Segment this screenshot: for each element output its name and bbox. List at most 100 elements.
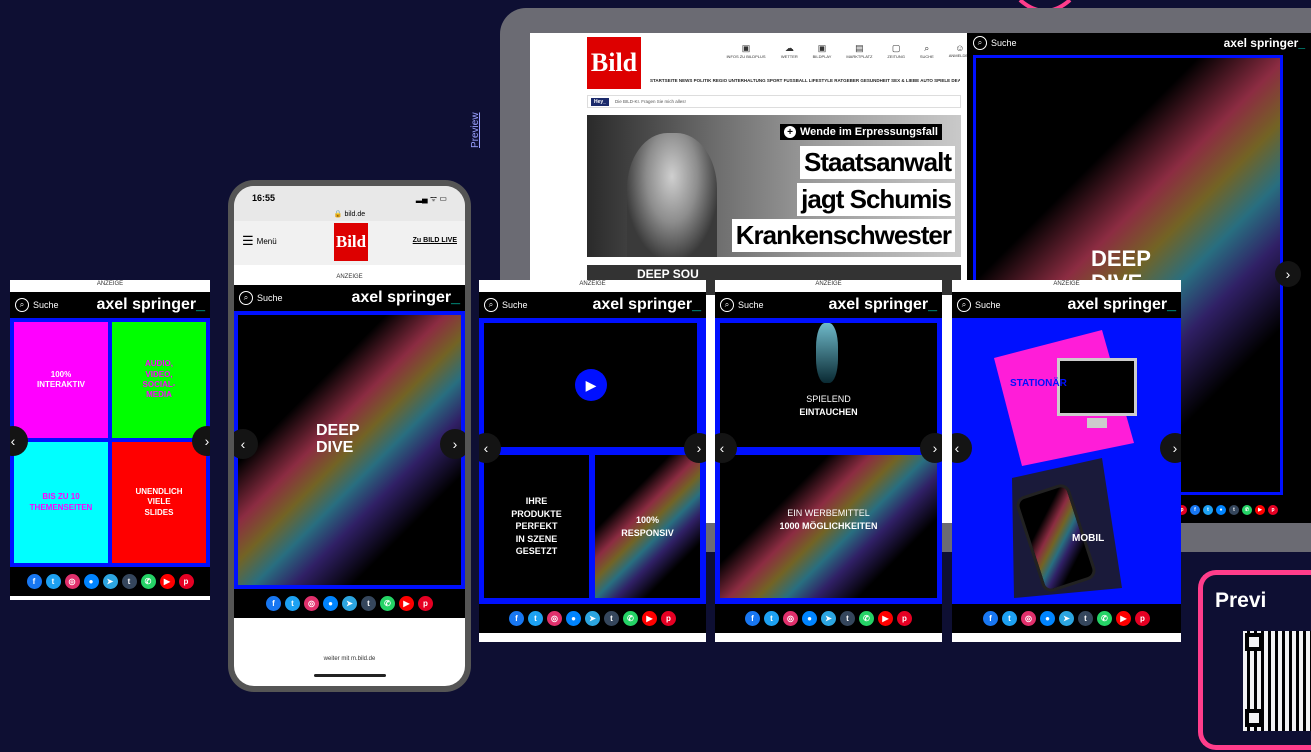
tile-responsiv[interactable]: 100% RESPONSIV <box>595 455 700 598</box>
youtube-icon[interactable]: ▶ <box>878 611 893 626</box>
messenger-icon[interactable]: ● <box>802 611 817 626</box>
phone-bild-header: ☰ Menü Bild Zu BILD LIVE <box>234 221 465 265</box>
tumblr-icon[interactable]: t <box>840 611 855 626</box>
next-arrow[interactable]: › <box>684 433 706 463</box>
youtube-icon[interactable]: ▶ <box>642 611 657 626</box>
next-arrow[interactable]: › <box>440 429 465 459</box>
tile-audio-video[interactable]: AUDIO, VIDEO, SOCIAL- MEDIA <box>112 322 206 438</box>
twitter-icon[interactable]: t <box>528 611 543 626</box>
tumblr-icon[interactable]: t <box>121 574 137 589</box>
anzeige-label: ANZEIGE <box>479 280 706 289</box>
messenger-icon[interactable]: ● <box>323 596 338 611</box>
menu-button[interactable]: ☰ Menü <box>242 233 277 249</box>
facebook-icon[interactable]: f <box>745 611 760 626</box>
headline-line-2: jagt Schumis <box>797 183 955 216</box>
messenger-icon[interactable]: ● <box>566 611 581 626</box>
instagram-icon[interactable]: ◎ <box>64 574 80 589</box>
hey-bar[interactable]: Hey_ Die BILD-KI. Fragen Sie mich alles! <box>587 95 961 108</box>
phone-ad: ANZEIGE ⌕ Suche axel springer_ DEEP DIVE … <box>234 273 465 647</box>
nav-icon-suche[interactable]: ⌕ SUCHE <box>920 43 934 59</box>
whatsapp-icon[interactable]: ✆ <box>859 611 874 626</box>
youtube-icon[interactable]: ▶ <box>399 596 414 611</box>
nav-icon-wetter[interactable]: ☁ WETTER <box>781 43 798 59</box>
nav-icon-bildplus[interactable]: ▣ INFOS ZU BILDPLUS <box>726 43 766 59</box>
facebook-icon[interactable]: f <box>509 611 524 626</box>
search-button[interactable]: ⌕ Suche <box>484 298 528 312</box>
pinterest-icon[interactable]: p <box>178 574 194 589</box>
facebook-icon[interactable]: f <box>26 574 42 589</box>
nav-icon-marktplatz[interactable]: ▤ MARKTPLATZ <box>846 43 872 59</box>
pinterest-icon[interactable]: p <box>1268 505 1278 515</box>
tumblr-icon[interactable]: t <box>604 611 619 626</box>
search-icon: ⌕ <box>957 298 971 312</box>
search-icon: ⌕ <box>15 298 29 312</box>
search-button[interactable]: ⌕ Suche <box>957 298 1001 312</box>
messenger-icon[interactable]: ● <box>83 574 99 589</box>
youtube-icon[interactable]: ▶ <box>1116 611 1131 626</box>
moeglichkeiten-tile[interactable]: EIN WERBEMITTEL 1000 MÖGLICHKEITEN <box>720 455 937 598</box>
instagram-icon[interactable]: ◎ <box>1021 611 1036 626</box>
facebook-icon[interactable]: f <box>983 611 998 626</box>
pinterest-icon[interactable]: p <box>1135 611 1150 626</box>
search-button[interactable]: ⌕ Suche <box>720 298 764 312</box>
video-tile[interactable]: ▶ <box>484 323 697 447</box>
tablet-ad-search[interactable]: ⌕ Suche <box>973 36 1017 50</box>
anzeige-label: ANZEIGE <box>234 273 465 282</box>
whatsapp-icon[interactable]: ✆ <box>140 574 156 589</box>
facebook-icon[interactable]: f <box>266 596 281 611</box>
messenger-icon[interactable]: ● <box>1216 505 1226 515</box>
mobil-label: MOBIL <box>1072 533 1105 544</box>
deep-dive-visual[interactable]: DEEP DIVE <box>238 315 461 585</box>
live-link[interactable]: Zu BILD LIVE <box>413 237 457 244</box>
tablet-ad-next-arrow[interactable]: › <box>1275 261 1301 287</box>
search-button[interactable]: ⌕ Suche <box>239 291 283 305</box>
telegram-icon[interactable]: ➤ <box>342 596 357 611</box>
bild-nav-menu[interactable]: STARTSEITE NEWS POLITIK REGIO UNTERHALTU… <box>650 78 960 83</box>
telegram-icon[interactable]: ➤ <box>821 611 836 626</box>
telegram-icon[interactable]: ➤ <box>585 611 600 626</box>
facebook-icon[interactable]: f <box>1190 505 1200 515</box>
tile-slides[interactable]: UNENDLICH VIELE SLIDES <box>112 442 206 563</box>
twitter-icon[interactable]: t <box>1203 505 1213 515</box>
preview-label[interactable]: Preview <box>470 112 481 148</box>
teaser-image[interactable]: + Wende im Erpressungsfall Staatsanwalt … <box>587 115 961 257</box>
nav-icon-bildplay[interactable]: ▣ BILDPLAY <box>813 43 832 59</box>
tile-produkte[interactable]: IHRE PRODUKTE PERFEKT IN SZENE GESETZT <box>484 455 589 598</box>
twitter-icon[interactable]: t <box>1002 611 1017 626</box>
tumblr-icon[interactable]: t <box>1229 505 1239 515</box>
url-bar[interactable]: 🔒 bild.de <box>234 210 465 221</box>
tablet-ad-social: p f t ● t ✆ ▶ p <box>1177 505 1278 515</box>
telegram-icon[interactable]: ➤ <box>1059 611 1074 626</box>
pinterest-icon[interactable]: p <box>661 611 676 626</box>
twitter-icon[interactable]: t <box>45 574 61 589</box>
messenger-icon[interactable]: ● <box>1040 611 1055 626</box>
telegram-icon[interactable]: ➤ <box>102 574 118 589</box>
twitter-icon[interactable]: t <box>285 596 300 611</box>
instagram-icon[interactable]: ◎ <box>547 611 562 626</box>
instagram-icon[interactable]: ◎ <box>783 611 798 626</box>
next-arrow[interactable]: › <box>920 433 942 463</box>
phone-footer[interactable]: weiter mit m.bild.de <box>234 656 465 662</box>
tumblr-icon[interactable]: t <box>361 596 376 611</box>
whatsapp-icon[interactable]: ✆ <box>623 611 638 626</box>
tile-themenseiten[interactable]: BIS ZU 10 THEMENSEITEN <box>14 442 108 563</box>
nav-icon-zeitung[interactable]: ▢ ZEITUNG <box>887 43 905 59</box>
pinterest-icon[interactable]: p <box>897 611 912 626</box>
whatsapp-icon[interactable]: ✆ <box>1097 611 1112 626</box>
search-button[interactable]: ⌕ Suche <box>15 298 59 312</box>
twitter-icon[interactable]: t <box>764 611 779 626</box>
bild-logo[interactable]: Bild <box>587 37 641 89</box>
whatsapp-icon[interactable]: ✆ <box>1242 505 1252 515</box>
eintauchen-tile[interactable]: SPIELEND EINTAUCHEN <box>720 323 937 447</box>
qr-box[interactable]: Previ <box>1198 570 1311 750</box>
pinterest-icon[interactable]: p <box>418 596 433 611</box>
tile-interaktiv[interactable]: 100% INTERAKTIV <box>14 322 108 438</box>
tumblr-icon[interactable]: t <box>1078 611 1093 626</box>
instagram-icon[interactable]: ◎ <box>304 596 319 611</box>
bild-nav-icons: ▣ INFOS ZU BILDPLUS ☁ WETTER ▣ BILDPLAY ▤ MA… <box>726 43 971 59</box>
play-button[interactable]: ▶ <box>575 369 607 401</box>
youtube-icon[interactable]: ▶ <box>1255 505 1265 515</box>
youtube-icon[interactable]: ▶ <box>159 574 175 589</box>
phone-bild-logo[interactable]: Bild <box>334 223 368 261</box>
whatsapp-icon[interactable]: ✆ <box>380 596 395 611</box>
